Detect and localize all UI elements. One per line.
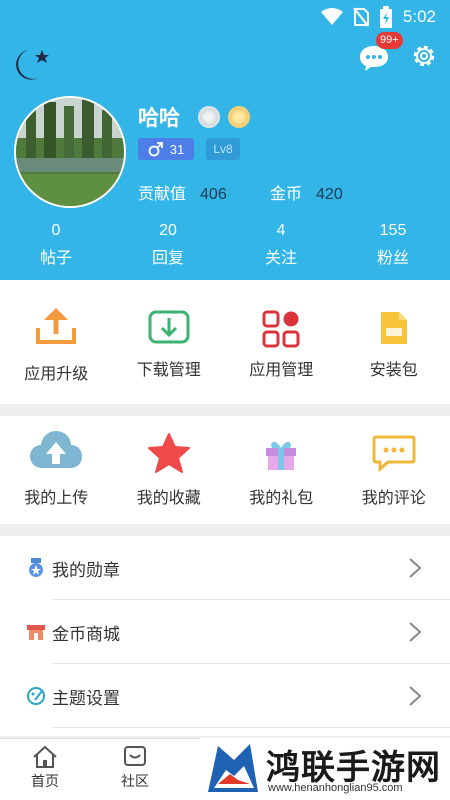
tool-app-upgrade[interactable]: 应用升级 bbox=[0, 280, 113, 404]
coins-label: 金币 bbox=[270, 186, 303, 203]
watermark: 鸿联手游网 www.henanhonglian95.com bbox=[200, 738, 450, 800]
apps-icon bbox=[262, 310, 300, 348]
download-icon bbox=[148, 310, 190, 344]
menu-item-theme-settings[interactable]: 主题设置 bbox=[0, 664, 450, 728]
community-icon bbox=[124, 746, 146, 766]
coins-value: 420 bbox=[316, 186, 343, 203]
contribution-value: 406 bbox=[200, 186, 227, 203]
male-icon bbox=[148, 142, 163, 157]
menu-list: 我的勋章 金币商城 主题设置 bbox=[0, 536, 450, 736]
tab-community[interactable]: 社区 bbox=[90, 745, 180, 791]
tab-home[interactable]: 首页 bbox=[0, 745, 90, 791]
tool-label: 应用升级 bbox=[24, 366, 89, 383]
contribution-label: 贡献值 bbox=[138, 186, 187, 203]
status-time: 5:02 bbox=[402, 7, 436, 26]
personal-label: 我的收藏 bbox=[136, 490, 201, 507]
star-icon bbox=[147, 433, 190, 473]
wifi-icon bbox=[320, 8, 343, 25]
comment-icon bbox=[372, 435, 416, 472]
personal-label: 我的评论 bbox=[361, 490, 426, 507]
apk-icon bbox=[380, 312, 407, 344]
count-value: 155 bbox=[379, 222, 407, 239]
count-posts[interactable]: 0 帖子 bbox=[6, 222, 106, 268]
personal-my-uploads[interactable]: 我的上传 bbox=[0, 416, 113, 524]
chevron-right-icon bbox=[409, 558, 422, 578]
shop-icon bbox=[27, 625, 45, 640]
count-label: 回复 bbox=[151, 250, 184, 267]
age-value: 31 bbox=[169, 141, 185, 157]
menu-item-coin-shop[interactable]: 金币商城 bbox=[0, 600, 450, 664]
divider bbox=[52, 727, 450, 728]
count-value: 4 bbox=[276, 222, 286, 239]
tool-label: 安装包 bbox=[369, 362, 418, 379]
count-label: 帖子 bbox=[39, 250, 72, 267]
battery-icon bbox=[379, 6, 392, 28]
gender-age-badge: 31 bbox=[138, 138, 194, 160]
tab-label: 首页 bbox=[31, 773, 59, 789]
personal-label: 我的上传 bbox=[24, 490, 89, 507]
night-mode-icon[interactable] bbox=[14, 44, 52, 82]
message-badge: 99+ bbox=[376, 32, 403, 49]
count-value: 0 bbox=[51, 222, 61, 239]
tool-label: 应用管理 bbox=[249, 362, 314, 379]
tools-grid: 应用升级 下载管理 应用管理 安装包 bbox=[0, 280, 450, 404]
tool-download-manager[interactable]: 下载管理 bbox=[113, 280, 226, 404]
count-value: 20 bbox=[159, 222, 177, 239]
status-bar: 5:02 bbox=[0, 0, 450, 32]
gear-icon[interactable] bbox=[410, 42, 438, 70]
count-label: 粉丝 bbox=[376, 250, 409, 267]
home-icon bbox=[33, 745, 57, 768]
watermark-url: www.henanhonglian95.com bbox=[268, 782, 403, 794]
count-fans[interactable]: 155 粉丝 bbox=[343, 222, 443, 268]
level-badge: Lv8 bbox=[206, 138, 240, 160]
count-label: 关注 bbox=[264, 250, 297, 267]
tool-label: 下载管理 bbox=[136, 362, 201, 379]
silver-medal-icon bbox=[198, 106, 220, 128]
profile-header: 5:02 99+ 哈哈 31 Lv8 贡献值 406 金币 420 0 帖子 2… bbox=[0, 0, 450, 280]
no-sim-icon bbox=[353, 7, 369, 27]
gift-icon bbox=[266, 441, 297, 470]
watermark-logo bbox=[208, 744, 258, 792]
tab-label: 社区 bbox=[121, 773, 149, 789]
personal-my-favorites[interactable]: 我的收藏 bbox=[113, 416, 226, 524]
gold-medal-icon bbox=[228, 106, 250, 128]
contribution-stat: 贡献值 406 bbox=[138, 180, 227, 204]
tool-app-manager[interactable]: 应用管理 bbox=[225, 280, 338, 404]
menu-item-label: 金币商城 bbox=[52, 625, 120, 644]
medal-icon bbox=[29, 558, 43, 577]
profile-counts: 0 帖子 20 回复 4 关注 155 粉丝 bbox=[0, 222, 450, 272]
menu-item-label: 主题设置 bbox=[52, 689, 120, 708]
count-following[interactable]: 4 关注 bbox=[231, 222, 331, 268]
avatar[interactable] bbox=[14, 96, 126, 208]
username: 哈哈 bbox=[138, 107, 180, 130]
tool-apk-packages[interactable]: 安装包 bbox=[338, 280, 450, 404]
chevron-right-icon bbox=[409, 622, 422, 642]
coins-stat: 金币 420 bbox=[270, 180, 343, 204]
upload-icon bbox=[36, 308, 77, 344]
personal-grid: 我的上传 我的收藏 我的礼包 我的评论 bbox=[0, 416, 450, 524]
personal-label: 我的礼包 bbox=[249, 490, 314, 507]
cloud-upload-icon bbox=[30, 431, 83, 468]
personal-my-comments[interactable]: 我的评论 bbox=[338, 416, 450, 524]
chevron-right-icon bbox=[409, 686, 422, 706]
menu-item-medals[interactable]: 我的勋章 bbox=[0, 536, 450, 600]
count-replies[interactable]: 20 回复 bbox=[118, 222, 218, 268]
palette-icon bbox=[27, 687, 45, 705]
personal-my-gifts[interactable]: 我的礼包 bbox=[225, 416, 338, 524]
menu-item-label: 我的勋章 bbox=[52, 561, 120, 580]
